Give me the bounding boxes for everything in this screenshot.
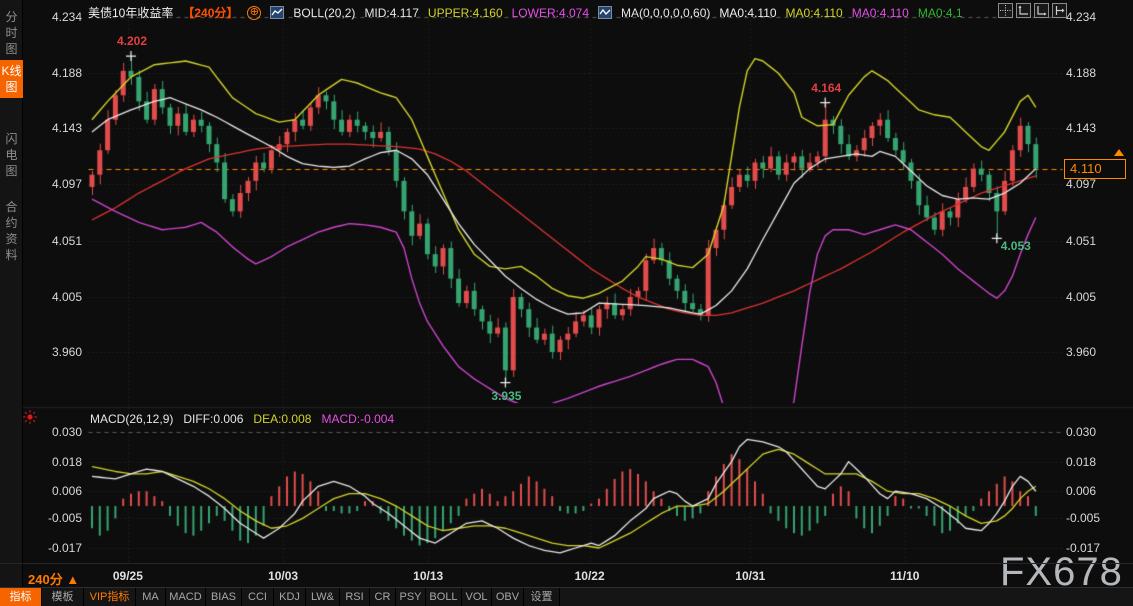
x-axis-date-label: 11/10: [890, 569, 919, 583]
boll-chart-icon[interactable]: [270, 6, 284, 19]
macd-y-tick-left: -0.005: [30, 511, 82, 525]
date-axis-row: 240分 ▲ 09/25 10/03 10/13 10/22 10/31 11/10: [0, 563, 1133, 587]
main-y-tick-left: 4.005: [30, 290, 82, 304]
sidebar-item-flash-chart[interactable]: 闪电图: [0, 128, 23, 182]
main-y-tick-left: 4.143: [30, 121, 82, 135]
macd-label: MACD(26,12,9): [90, 412, 173, 426]
macd-header: MACD(26,12,9) DIFF:0.006 DEA:0.008 MACD:…: [90, 412, 394, 426]
chart-application-window: 美债10年收益率 【240分】 ⊕ BOLL(20,2) MID:4.117 U…: [0, 0, 1133, 606]
toolbar-button-indicator[interactable]: 指标: [0, 588, 42, 606]
toolbar-button-boll[interactable]: BOLL: [426, 588, 462, 606]
toolbar-button-psy[interactable]: PSY: [396, 588, 426, 606]
macd-diff-value: DIFF:0.006: [183, 412, 243, 426]
macd-y-tick-left: 0.018: [30, 455, 82, 469]
x-axis-scale-icon[interactable]: [1034, 3, 1049, 18]
main-y-tick-right: 3.960: [1066, 345, 1096, 359]
toolbar-button-cr[interactable]: CR: [370, 588, 396, 606]
price-annotation-4.053: 4.053: [1001, 239, 1031, 253]
toolbar-button-lwr[interactable]: LW&: [306, 588, 340, 606]
toolbar-button-bias[interactable]: BIAS: [206, 588, 242, 606]
main-y-tick-left: 4.188: [30, 66, 82, 80]
x-axis-date-label: 10/22: [575, 569, 605, 583]
chart-tools-group: [998, 3, 1067, 18]
macd-y-tick-right: -0.005: [1066, 511, 1100, 525]
macd-y-tick-right: 0.006: [1066, 484, 1096, 498]
zoom-plus-icon[interactable]: ⊕: [247, 6, 261, 20]
chart-canvas[interactable]: [0, 0, 1133, 606]
toolbar-button-ma[interactable]: MA: [136, 588, 166, 606]
macd-dea-value: DEA:0.008: [253, 412, 311, 426]
toolbar-button-rsi[interactable]: RSI: [340, 588, 370, 606]
boll-upper-value: UPPER:4.160: [428, 6, 503, 20]
period-tag[interactable]: 240分 ▲: [28, 569, 79, 588]
macd-y-tick-right: -0.017: [1066, 541, 1100, 555]
sidebar-item-time-chart[interactable]: 分时图: [0, 6, 23, 60]
ma-value-3: MA0:4.1: [918, 6, 963, 20]
symbol-title: 美债10年收益率: [88, 4, 173, 21]
main-y-tick-right: 4.097: [1066, 177, 1096, 191]
toolbar-button-obv[interactable]: OBV: [492, 588, 524, 606]
ma-value-2: MA0:4.110: [852, 6, 909, 20]
main-y-tick-left: 4.234: [30, 10, 82, 24]
toolbar-button-kdj[interactable]: KDJ: [274, 588, 306, 606]
macd-value: MACD:-0.004: [321, 412, 394, 426]
go-to-latest-icon[interactable]: [1052, 3, 1067, 18]
ma-chart-icon[interactable]: [598, 6, 612, 19]
indicator-header-bar: 美债10年收益率 【240分】 ⊕ BOLL(20,2) MID:4.117 U…: [88, 4, 963, 21]
price-direction-arrow-icon: [1114, 149, 1124, 156]
main-y-tick-left: 4.051: [30, 234, 82, 248]
main-y-tick-left: 4.097: [30, 177, 82, 191]
ma-value-0: MA0:4.110: [719, 6, 776, 20]
toolbar-button-cci[interactable]: CCI: [242, 588, 274, 606]
main-y-tick-right: 4.051: [1066, 234, 1096, 248]
current-price-badge: 4.110: [1064, 159, 1126, 179]
main-y-tick-right: 4.234: [1066, 10, 1096, 24]
boll-mid-value: MID:4.117: [364, 6, 418, 20]
pan-crosshair-icon[interactable]: [998, 3, 1013, 18]
x-axis-date-label: 10/03: [268, 569, 298, 583]
macd-y-tick-left: 0.006: [30, 484, 82, 498]
ma-values-group: MA0:4.110 MA0:4.110 MA0:4.110 MA0:4.1: [719, 6, 962, 20]
x-axis-date-label: 10/13: [413, 569, 443, 583]
main-y-tick-right: 4.188: [1066, 66, 1096, 80]
x-axis-date-label: 09/25: [113, 569, 143, 583]
toolbar-button-macd[interactable]: MACD: [166, 588, 206, 606]
macd-y-tick-left: 0.030: [30, 425, 82, 439]
price-annotation-3.935: 3.935: [491, 389, 521, 403]
bottom-toolbar: 指标模板VIP指标MAMACDBIASCCIKDJLW&RSICRPSYBOLL…: [0, 587, 1133, 606]
toolbar-button-vol[interactable]: VOL: [462, 588, 492, 606]
toolbar-button-settings[interactable]: 设置: [524, 588, 560, 606]
price-annotation-4.202: 4.202: [117, 34, 147, 48]
toolbar-button-vip-indicator[interactable]: VIP指标: [84, 588, 136, 606]
period-label: 【240分】: [182, 4, 238, 21]
left-sidebar: 分时图K线图闪电图合约资料: [0, 0, 23, 606]
main-y-tick-left: 3.960: [30, 345, 82, 359]
ma-value-1: MA0:4.110: [786, 6, 843, 20]
macd-y-tick-left: -0.017: [30, 541, 82, 555]
main-y-tick-right: 4.143: [1066, 121, 1096, 135]
macd-y-tick-right: 0.018: [1066, 455, 1096, 469]
sidebar-item-contract-info[interactable]: 合约资料: [0, 196, 23, 266]
sidebar-item-kline-chart[interactable]: K线图: [0, 60, 23, 98]
macd-y-tick-right: 0.030: [1066, 425, 1096, 439]
boll-label: BOLL(20,2): [293, 6, 355, 20]
boll-lower-value: LOWER:4.074: [512, 6, 589, 20]
toolbar-button-template[interactable]: 模板: [42, 588, 84, 606]
y-axis-scale-icon[interactable]: [1016, 3, 1031, 18]
price-annotation-4.164: 4.164: [811, 81, 841, 95]
main-y-tick-right: 4.005: [1066, 290, 1096, 304]
ma-label: MA(0,0,0,0,0,60): [621, 6, 710, 20]
x-axis-date-label: 10/31: [735, 569, 765, 583]
